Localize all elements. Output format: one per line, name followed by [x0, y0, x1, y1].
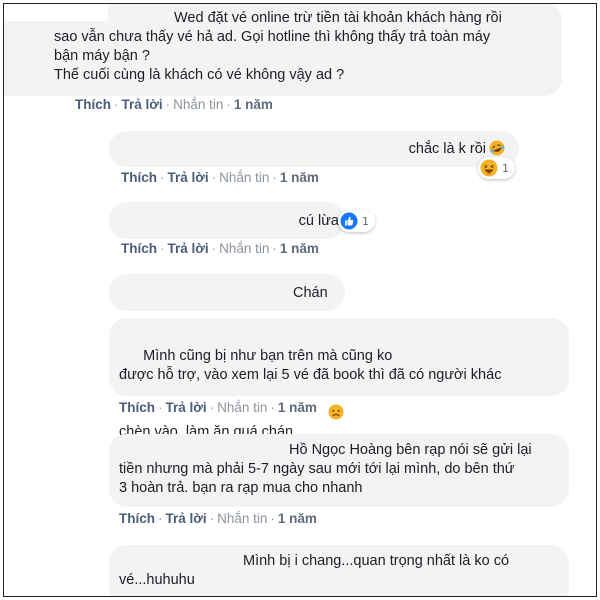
separator: ·	[211, 170, 217, 185]
comment-text: Mình bị i chang...quan trọng nhất là ko …	[119, 553, 510, 588]
reply-link[interactable]: Trả lời	[166, 511, 207, 526]
separator: ·	[158, 511, 163, 526]
message-link[interactable]: Nhắn tin	[173, 97, 223, 112]
message-link[interactable]: Nhắn tin	[217, 511, 267, 526]
message-link[interactable]: Nhắn tin	[219, 170, 269, 185]
separator: ·	[270, 511, 275, 526]
reply-actions: Thích · Trả lời · Nhắn tin · 1 năm	[119, 400, 317, 415]
separator: ·	[272, 241, 277, 256]
comment-bubble: Wed đặt vé online trừ tiền tài khoản khá…	[4, 4, 562, 96]
separator: ·	[209, 400, 215, 415]
comment-text: Wed đặt vé online trừ tiền tài khoản khá…	[54, 10, 502, 83]
separator: ·	[272, 170, 277, 185]
haha-reaction-icon	[480, 159, 498, 177]
separator: ·	[160, 170, 165, 185]
reply-link[interactable]: Trả lời	[122, 97, 163, 112]
reply-actions: Thích · Trả lời · Nhắn tin · 1 năm	[121, 170, 319, 185]
reaction-count: 1	[362, 214, 369, 228]
reply-bubble: chắc là k rồi	[109, 131, 519, 167]
comment-text: Hồ Ngọc Hoàng bên rạp nói sẽ gửi lại tiề…	[119, 442, 532, 496]
separator: ·	[165, 97, 171, 112]
separator: ·	[158, 400, 163, 415]
reaction-count: 1	[502, 161, 509, 175]
reaction-badge[interactable]: 1	[478, 157, 515, 179]
message-link[interactable]: Nhắn tin	[219, 241, 269, 256]
separator: ·	[209, 511, 215, 526]
reply-bubble: cú lừa	[109, 202, 345, 239]
timestamp[interactable]: 1 năm	[278, 511, 317, 526]
comment-text: Chán	[293, 285, 328, 301]
like-link[interactable]: Thích	[75, 97, 111, 112]
comment-text: chắc là k rồi	[109, 140, 505, 162]
timestamp[interactable]: 1 năm	[234, 97, 273, 112]
separator: ·	[226, 97, 231, 112]
hidden-author-name	[4, 4, 108, 21]
reply-bubble: Mình bị i chang...quan trọng nhất là ko …	[109, 545, 569, 596]
reply-bubble: Chán	[109, 274, 345, 311]
like-reaction-icon	[340, 212, 358, 230]
separator: ·	[160, 241, 165, 256]
comment-thread: Wed đặt vé online trừ tiền tài khoản khá…	[3, 3, 597, 597]
timestamp[interactable]: 1 năm	[278, 400, 317, 415]
message-link[interactable]: Nhắn tin	[217, 400, 267, 415]
like-link[interactable]: Thích	[121, 170, 157, 185]
reply-bubble: Mình cũng bị như bạn trên mà cũng ko đượ…	[109, 318, 569, 440]
timestamp[interactable]: 1 năm	[280, 241, 319, 256]
reply-actions: Thích · Trả lời · Nhắn tin · 1 năm	[121, 241, 319, 256]
reaction-badge[interactable]: 1	[338, 210, 375, 232]
like-link[interactable]: Thích	[119, 511, 155, 526]
comment-actions: Thích · Trả lời · Nhắn tin · 1 năm	[75, 97, 273, 112]
comment-text: cú lừa	[298, 213, 339, 229]
reply-link[interactable]: Trả lời	[166, 400, 207, 415]
reply-link[interactable]: Trả lời	[168, 170, 209, 185]
separator: ·	[114, 97, 119, 112]
separator: ·	[270, 400, 275, 415]
separator: ·	[211, 241, 217, 256]
like-link[interactable]: Thích	[119, 400, 155, 415]
reply-bubble: Hồ Ngọc Hoàng bên rạp nói sẽ gửi lại tiề…	[109, 434, 569, 507]
reply-link[interactable]: Trả lời	[168, 241, 209, 256]
timestamp[interactable]: 1 năm	[280, 170, 319, 185]
comment-text-content: chắc là k rồi	[408, 141, 486, 157]
like-link[interactable]: Thích	[121, 241, 157, 256]
reply-actions: Thích · Trả lời · Nhắn tin · 1 năm	[119, 511, 317, 526]
